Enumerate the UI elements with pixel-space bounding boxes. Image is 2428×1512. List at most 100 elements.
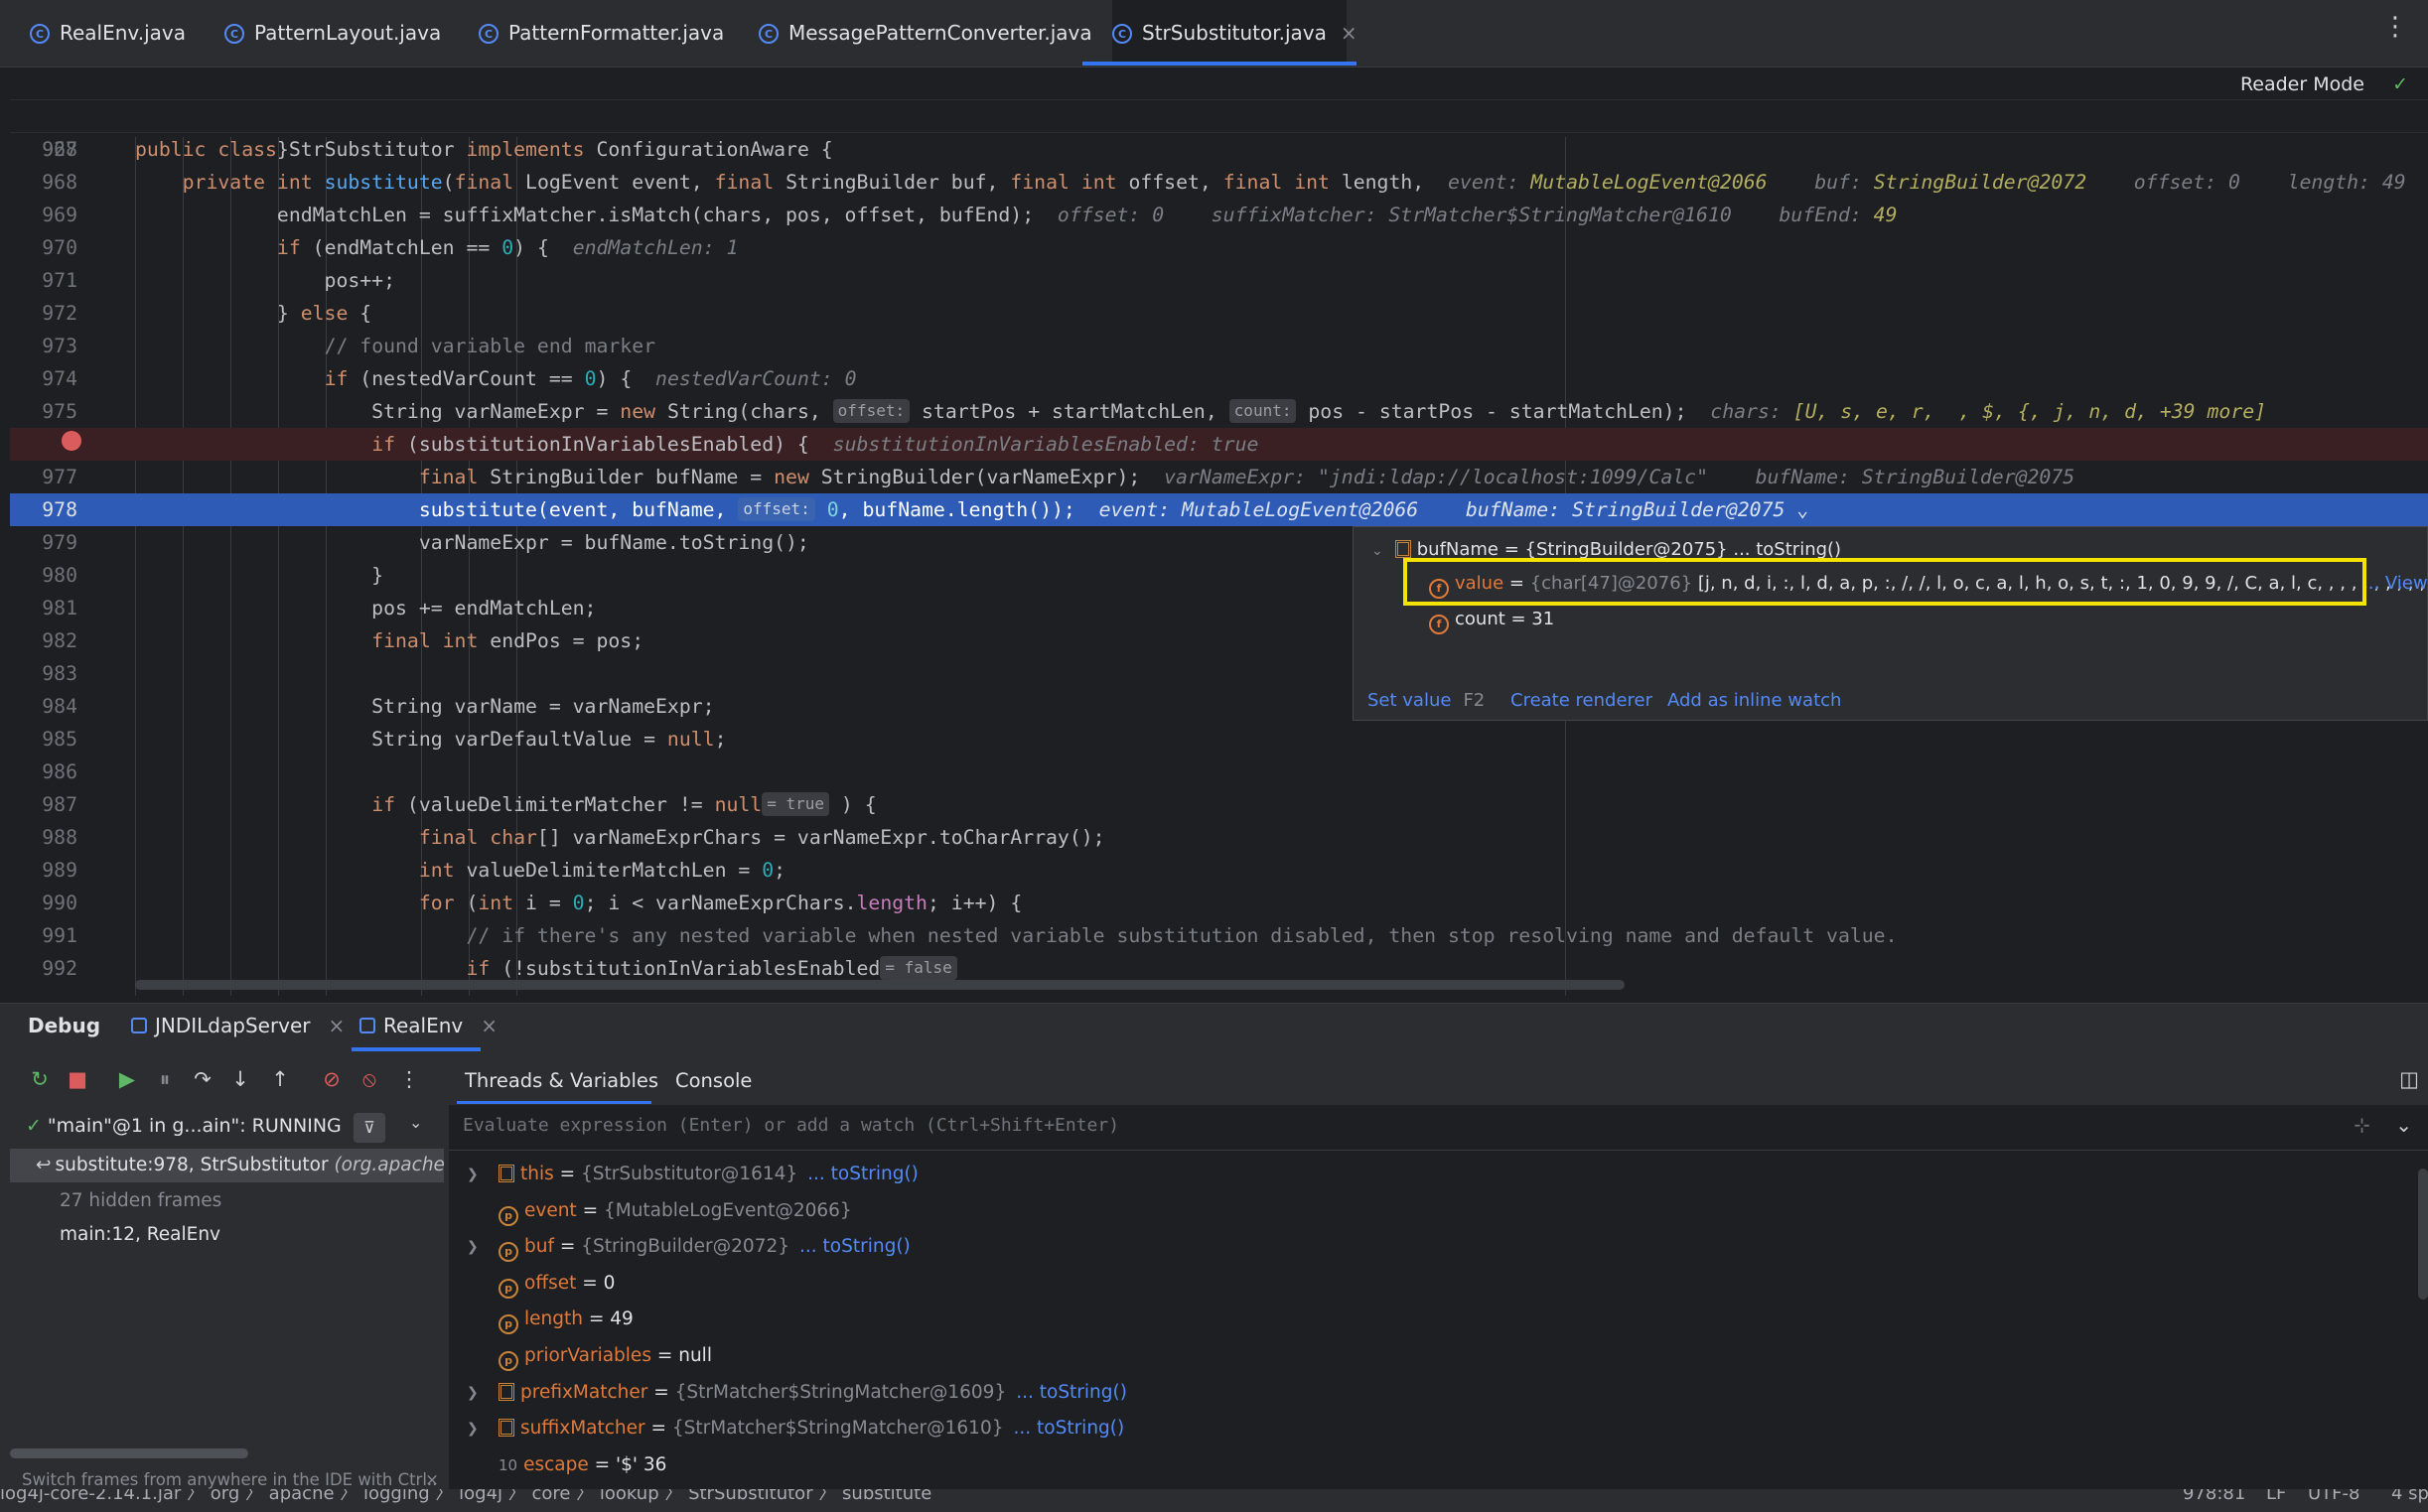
- to-string-link[interactable]: ... toString(): [807, 1164, 919, 1184]
- line-number: 975: [42, 400, 77, 423]
- return-icon: ↩: [36, 1155, 52, 1175]
- frames-panel: ✓ "main"@1 in g...ain": RUNNING ⊽ ⌄ ↩ subs…: [10, 1105, 444, 1502]
- indent-setting[interactable]: 4 sp: [2391, 1489, 2428, 1509]
- variable-name: this: [520, 1164, 554, 1184]
- code-token: 0: [762, 859, 775, 882]
- to-string-link[interactable]: ... toString(): [1013, 1418, 1124, 1439]
- inline-hint: offset: 0 suffixMatcher: StrMatcher$Stri…: [1034, 204, 1874, 226]
- reader-mode-button[interactable]: Reader Mode: [2240, 73, 2364, 95]
- thread-selector[interactable]: ✓ "main"@1 in g...ain": RUNNING: [26, 1115, 342, 1137]
- layout-icon[interactable]: ◫: [2395, 1065, 2423, 1093]
- run-config-icon: [131, 1018, 147, 1033]
- step-out-icon[interactable]: ↑: [266, 1065, 294, 1093]
- check-icon: ✓: [2392, 73, 2408, 95]
- chevron-right-icon[interactable]: ❯: [467, 1411, 479, 1446]
- tab-patternlayout[interactable]: C PatternLayout.java: [224, 0, 441, 66]
- variable-name: priorVariables: [524, 1345, 651, 1366]
- equals-sign: =: [582, 1308, 611, 1330]
- navigation-breadcrumb[interactable]: log4j-core-2.14.1.jar 〉 org 〉 apache 〉 l…: [0, 1489, 931, 1509]
- chevron-right-icon[interactable]: ❯: [467, 1229, 479, 1265]
- chevron-right-icon[interactable]: ❯: [467, 1157, 479, 1192]
- vertical-scrollbar[interactable]: [2418, 1168, 2428, 1300]
- inline-hint: endMatchLen: 1: [548, 236, 739, 259]
- session-tab-label: JNDILdapServer: [155, 1014, 311, 1037]
- equals-sign: =: [576, 1199, 604, 1221]
- line-ending[interactable]: LF: [2266, 1489, 2286, 1509]
- inline-hint[interactable]: event: MutableLogEvent@2066 bufName: Str…: [1075, 498, 1809, 521]
- frames-scrollbar[interactable]: [10, 1448, 248, 1458]
- tab-patternformatter[interactable]: C PatternFormatter.java: [479, 0, 724, 66]
- view-link[interactable]: ... View: [2362, 569, 2428, 599]
- to-string-link[interactable]: ... toString(): [1016, 1382, 1127, 1403]
- variable-type: {MutableLogEvent@2066}: [603, 1199, 852, 1221]
- more-icon[interactable]: ⋮: [395, 1065, 423, 1093]
- chevron-down-icon[interactable]: ⌄: [1371, 543, 1383, 559]
- line-number: 974: [42, 367, 77, 390]
- tab-threads-variables[interactable]: Threads & Variables: [465, 1069, 658, 1092]
- breakpoint-icon[interactable]: [62, 431, 81, 451]
- filter-icon[interactable]: ⊽: [354, 1113, 385, 1143]
- resume-icon[interactable]: ▶: [113, 1065, 141, 1093]
- frame-item[interactable]: 27 hidden frames: [60, 1184, 221, 1218]
- tab-strsubstitutor[interactable]: C StrSubstitutor.java ×: [1082, 0, 1357, 66]
- code-token: int: [478, 892, 526, 914]
- code-token: if: [466, 957, 502, 980]
- session-tab-jndildapserver[interactable]: JNDILdapServer ×: [131, 1014, 345, 1037]
- close-icon[interactable]: ×: [425, 1470, 439, 1489]
- popup-count-row[interactable]: f count = 31: [1429, 605, 1554, 634]
- tab-realenv[interactable]: C RealEnv.java: [30, 0, 186, 66]
- java-class-icon: C: [1112, 24, 1132, 44]
- code-token: 0: [814, 498, 839, 521]
- close-icon[interactable]: ×: [481, 1014, 498, 1037]
- chevron-down-icon[interactable]: ⌄: [409, 1113, 422, 1132]
- tab-messagepatternconverter[interactable]: C MessagePatternConverter.java: [759, 0, 1092, 66]
- code-line-971: 971 pos++;: [10, 264, 2428, 297]
- line-number: 984: [42, 695, 77, 718]
- evaluate-bar[interactable]: Evaluate expression (Enter) or add a wat…: [449, 1105, 2428, 1151]
- step-into-icon[interactable]: ↓: [226, 1065, 254, 1093]
- inline-hint: nestedVarCount: 0: [632, 367, 857, 390]
- variable-name: prefixMatcher: [520, 1381, 648, 1403]
- parameter-icon: p: [499, 1278, 518, 1299]
- mute-breakpoints-icon[interactable]: ⦸: [356, 1065, 383, 1093]
- frame-item-selected[interactable]: ↩ substitute:978, StrSubstitutor (org.apa…: [10, 1149, 444, 1182]
- code-token: (: [466, 892, 479, 914]
- to-string-link[interactable]: ... toString(): [799, 1236, 911, 1257]
- popup-header: bufName = {StringBuilder@2075} ... toStr…: [1416, 539, 1842, 560]
- close-icon[interactable]: ×: [329, 1014, 346, 1037]
- session-tab-realenv[interactable]: RealEnv ×: [359, 1014, 498, 1037]
- code-line-928: 928 private int substitute(final LogEven…: [10, 100, 2428, 194]
- run-config-icon: [359, 1018, 375, 1033]
- code-line-990: 990 for (int i = 0; i < varNameExprChars…: [10, 887, 2428, 919]
- more-icon[interactable]: ⋮: [2382, 14, 2408, 40]
- pause-icon[interactable]: ⏸: [151, 1065, 179, 1093]
- stop-icon[interactable]: ■: [64, 1065, 91, 1093]
- create-renderer-link[interactable]: Create renderer: [1510, 686, 1652, 716]
- chevron-right-icon[interactable]: ❯: [467, 1375, 479, 1411]
- chevron-down-icon[interactable]: ⌄: [2395, 1113, 2412, 1137]
- frame-item[interactable]: main:12, RealEnv: [60, 1218, 220, 1252]
- code-line-974: 974 if (nestedVarCount == 0) { nestedVar…: [10, 362, 2428, 395]
- line-number: 989: [42, 859, 77, 882]
- variable-name: length: [524, 1308, 583, 1330]
- step-over-icon[interactable]: ↷: [189, 1065, 216, 1093]
- view-breakpoints-icon[interactable]: ⊘: [318, 1065, 346, 1093]
- set-value-link[interactable]: Set value F2: [1367, 686, 1485, 716]
- rerun-icon[interactable]: ↻: [26, 1065, 54, 1093]
- code-token: i =: [525, 892, 573, 914]
- session-tab-label: RealEnv: [383, 1014, 464, 1037]
- file-encoding[interactable]: UTF-8: [2308, 1489, 2359, 1509]
- add-watch-icon[interactable]: ⊹: [2354, 1113, 2370, 1137]
- close-icon[interactable]: ×: [1341, 21, 1357, 45]
- code-token: int: [418, 859, 467, 882]
- tab-console[interactable]: Console: [675, 1069, 752, 1092]
- value-hint: = false: [880, 956, 957, 980]
- horizontal-scrollbar[interactable]: [135, 980, 1625, 990]
- add-inline-watch-link[interactable]: Add as inline watch: [1667, 686, 1841, 716]
- caret-position[interactable]: 978:81: [2183, 1489, 2245, 1509]
- line-number: 987: [42, 793, 77, 816]
